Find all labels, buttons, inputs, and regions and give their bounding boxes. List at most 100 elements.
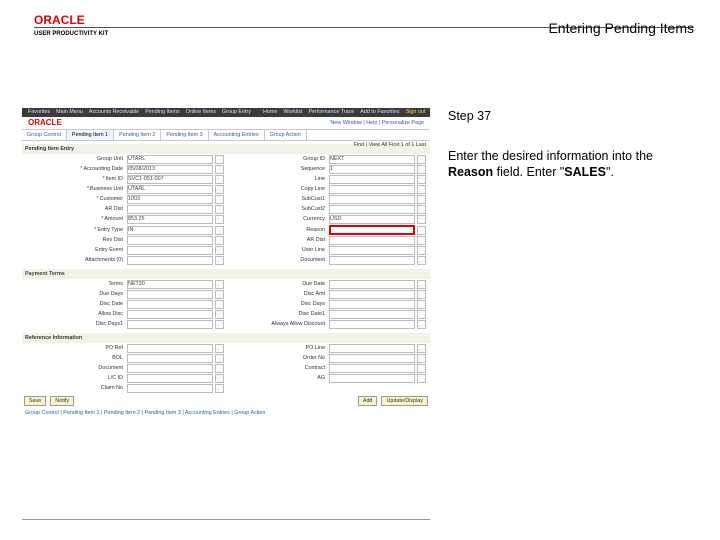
- lookup-icon[interactable]: [215, 155, 224, 164]
- lookup-icon[interactable]: [417, 195, 426, 204]
- text-input[interactable]: [127, 374, 213, 383]
- lookup-icon[interactable]: [215, 236, 224, 245]
- lookup-icon[interactable]: [215, 290, 224, 299]
- lookup-icon[interactable]: [417, 374, 426, 383]
- text-input[interactable]: 1003: [127, 195, 213, 204]
- tab-pending-item-2[interactable]: Pending Item 2: [114, 130, 161, 140]
- tab-accounting-entries[interactable]: Accounting Entries: [209, 130, 265, 140]
- lookup-icon[interactable]: [417, 205, 426, 214]
- lookup-icon[interactable]: [417, 344, 426, 353]
- text-input[interactable]: [329, 290, 415, 299]
- text-input[interactable]: [127, 300, 213, 309]
- lookup-icon[interactable]: [215, 226, 224, 235]
- nav-item[interactable]: Main Menu: [56, 109, 83, 116]
- nav-item[interactable]: Online Items: [186, 109, 216, 116]
- text-input[interactable]: [127, 320, 213, 329]
- lookup-icon[interactable]: [417, 246, 426, 255]
- text-input[interactable]: [329, 364, 415, 373]
- signout-link[interactable]: Sign out: [406, 109, 426, 116]
- save-button[interactable]: Save: [24, 396, 46, 406]
- text-input[interactable]: [329, 185, 415, 194]
- lookup-icon[interactable]: [215, 354, 224, 363]
- text-input[interactable]: [329, 320, 415, 329]
- lookup-icon[interactable]: [215, 195, 224, 204]
- nav-link[interactable]: Home: [263, 109, 277, 116]
- lookup-icon[interactable]: [417, 364, 426, 373]
- lookup-icon[interactable]: [417, 354, 426, 363]
- text-input[interactable]: [127, 256, 213, 265]
- lookup-icon[interactable]: [215, 280, 224, 289]
- text-input[interactable]: 1: [329, 165, 415, 174]
- text-input[interactable]: [127, 236, 213, 245]
- text-input[interactable]: [329, 354, 415, 363]
- window-links[interactable]: New Window | Help | Personalize Page: [330, 120, 424, 127]
- lookup-icon[interactable]: [215, 344, 224, 353]
- nav-link[interactable]: Worklist: [283, 109, 302, 116]
- nav-item[interactable]: Group Entry: [222, 109, 251, 116]
- text-input[interactable]: [329, 374, 415, 383]
- text-input[interactable]: [127, 354, 213, 363]
- lookup-icon[interactable]: [215, 165, 224, 174]
- nav-link[interactable]: Add to Favorites: [360, 109, 399, 116]
- add-button[interactable]: Add: [358, 396, 378, 406]
- text-input[interactable]: [329, 205, 415, 214]
- text-input[interactable]: [329, 280, 415, 289]
- text-input[interactable]: SVC1-051-007: [127, 175, 213, 184]
- bottom-breadcrumb[interactable]: Group Control | Pending Item 1 | Pending…: [22, 408, 430, 419]
- lookup-icon[interactable]: [215, 300, 224, 309]
- lookup-icon[interactable]: [417, 226, 426, 235]
- lookup-icon[interactable]: [215, 320, 224, 329]
- text-input[interactable]: [329, 236, 415, 245]
- text-input[interactable]: [127, 344, 213, 353]
- update-display-button[interactable]: Update/Display: [381, 396, 428, 406]
- lookup-icon[interactable]: [215, 185, 224, 194]
- tab-pending-item-1[interactable]: Pending Item 1: [67, 130, 114, 140]
- lookup-icon[interactable]: [417, 256, 426, 265]
- text-input[interactable]: NEXT: [329, 155, 415, 164]
- nav-item[interactable]: Pending Items: [145, 109, 179, 116]
- lookup-icon[interactable]: [417, 280, 426, 289]
- text-input[interactable]: [329, 175, 415, 184]
- text-input[interactable]: USD: [329, 215, 415, 224]
- text-input[interactable]: UTARL: [127, 185, 213, 194]
- text-input[interactable]: UTARL: [127, 155, 213, 164]
- lookup-icon[interactable]: [215, 175, 224, 184]
- lookup-icon[interactable]: [215, 246, 224, 255]
- lookup-icon[interactable]: [417, 300, 426, 309]
- text-input[interactable]: [329, 246, 415, 255]
- notify-button[interactable]: Notify: [50, 396, 74, 406]
- lookup-icon[interactable]: [417, 185, 426, 194]
- tab-group-action[interactable]: Group Action: [265, 130, 307, 140]
- lookup-icon[interactable]: [215, 215, 224, 224]
- nav-item[interactable]: Accounts Receivable: [89, 109, 139, 116]
- nav-link[interactable]: Performance Trace: [308, 109, 354, 116]
- lookup-icon[interactable]: [215, 374, 224, 383]
- text-input[interactable]: [127, 310, 213, 319]
- text-input[interactable]: IN: [127, 226, 213, 235]
- lookup-icon[interactable]: [417, 290, 426, 299]
- lookup-icon[interactable]: [417, 236, 426, 245]
- text-input[interactable]: 05/08/2013: [127, 165, 213, 174]
- text-input[interactable]: 853.25: [127, 215, 213, 224]
- text-input[interactable]: [127, 384, 213, 393]
- text-input[interactable]: [329, 256, 415, 265]
- lookup-icon[interactable]: [215, 310, 224, 319]
- tab-pending-item-3[interactable]: Pending Item 3: [161, 130, 208, 140]
- lookup-icon[interactable]: [215, 256, 224, 265]
- lookup-icon[interactable]: [417, 320, 426, 329]
- tab-group-control[interactable]: Group Control: [22, 130, 67, 140]
- text-input[interactable]: [329, 195, 415, 204]
- lookup-icon[interactable]: [417, 165, 426, 174]
- text-input[interactable]: [329, 344, 415, 353]
- text-input[interactable]: [127, 364, 213, 373]
- lookup-icon[interactable]: [417, 155, 426, 164]
- lookup-icon[interactable]: [215, 384, 224, 393]
- text-input[interactable]: [127, 290, 213, 299]
- text-input[interactable]: NET30: [127, 280, 213, 289]
- text-input[interactable]: [329, 225, 415, 235]
- lookup-icon[interactable]: [417, 175, 426, 184]
- text-input[interactable]: [127, 246, 213, 255]
- lookup-icon[interactable]: [417, 215, 426, 224]
- text-input[interactable]: [127, 205, 213, 214]
- lookup-icon[interactable]: [417, 310, 426, 319]
